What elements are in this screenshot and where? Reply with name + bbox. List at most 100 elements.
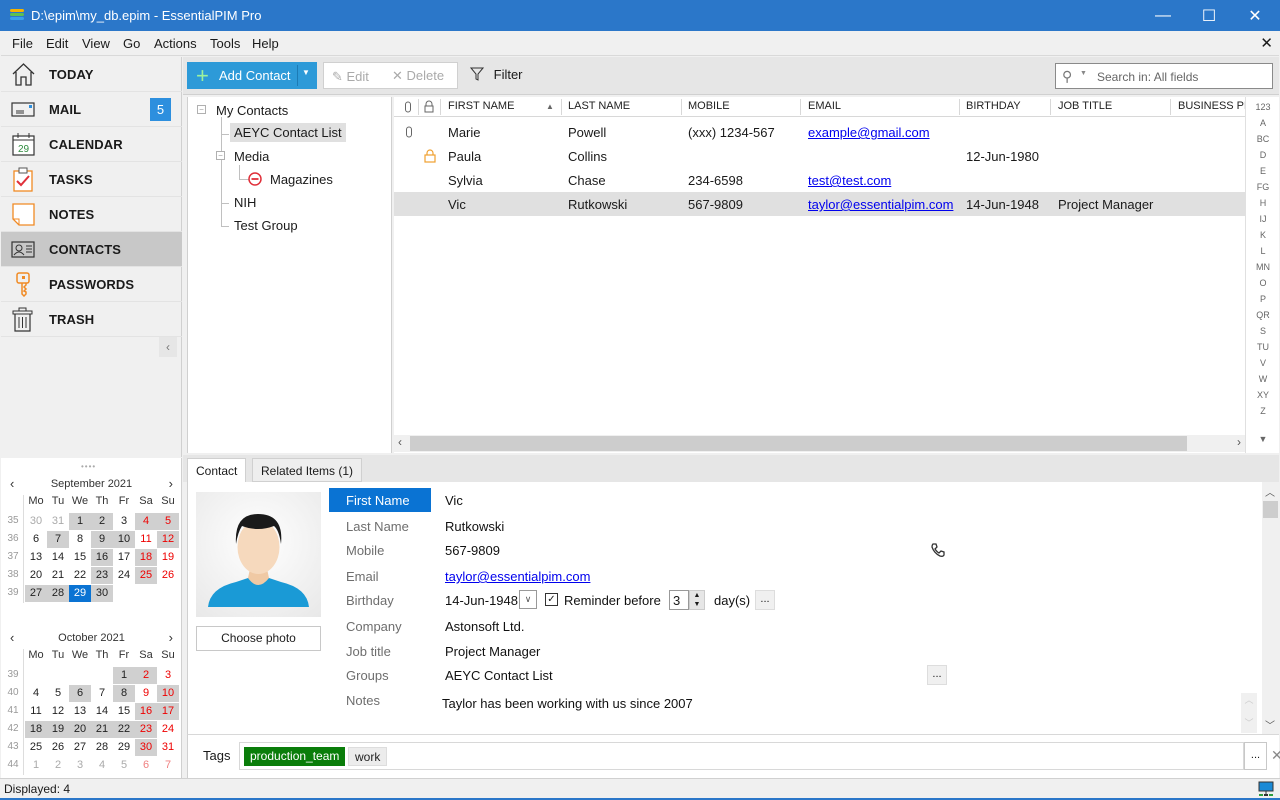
tags-input[interactable]: production_team work (239, 742, 1244, 770)
calendar-day[interactable]: 5 (47, 685, 69, 702)
calendar-day[interactable]: 9 (135, 685, 157, 702)
calendar-day[interactable]: 14 (47, 549, 69, 566)
cell-email[interactable]: example@gmail.com (808, 125, 930, 140)
add-contact-dropdown[interactable]: ▼ (302, 68, 310, 77)
scroll-right-icon[interactable]: › (1237, 435, 1241, 449)
calendar-day[interactable]: 16 (135, 703, 157, 720)
search-input[interactable]: ⚲ ▼ Search in: All fields (1055, 63, 1273, 89)
alpha-index-item[interactable]: FG (1246, 182, 1280, 192)
alpha-index-item[interactable]: IJ (1246, 214, 1280, 224)
calendar-day[interactable]: 2 (135, 667, 157, 684)
menu-help[interactable]: Help (252, 36, 279, 51)
calendar-day[interactable]: 25 (25, 739, 47, 756)
calendar-day[interactable]: 10 (157, 685, 179, 702)
alpha-index-item[interactable]: QR (1246, 310, 1280, 320)
calendar-day[interactable]: 15 (69, 549, 91, 566)
calendar-day[interactable]: 11 (25, 703, 47, 720)
next-month-icon[interactable]: › (169, 630, 173, 645)
column-birthday[interactable]: BIRTHDAY (966, 100, 1021, 112)
notes-field[interactable]: Taylor has been working with us since 20… (442, 696, 693, 711)
reminder-days-input[interactable]: 3 (669, 590, 689, 610)
clear-tags-icon[interactable]: ✕ (1271, 747, 1280, 764)
calendar-day[interactable]: 1 (69, 513, 91, 530)
close-database-icon[interactable]: ✕ (1260, 34, 1273, 52)
alpha-index-item[interactable]: XY (1246, 390, 1280, 400)
alpha-index-item[interactable]: 123 (1246, 102, 1280, 112)
collapse-pane-button[interactable]: ‹ (159, 337, 177, 357)
scroll-thumb[interactable] (410, 436, 1187, 451)
company-field[interactable]: Astonsoft Ltd. (445, 619, 525, 634)
alpha-index-item[interactable]: W (1246, 374, 1280, 384)
nav-mail[interactable]: MAIL 5 (1, 92, 182, 127)
calendar-day[interactable]: 28 (47, 585, 69, 602)
maximize-button[interactable]: ☐ (1186, 0, 1232, 31)
groups-field[interactable]: AEYC Contact List (445, 668, 553, 683)
column-job-title[interactable]: JOB TITLE (1058, 100, 1112, 112)
calendar-day[interactable]: 22 (113, 721, 135, 738)
tab-related-items[interactable]: Related Items (1) (252, 458, 363, 482)
alpha-index-item[interactable]: E (1246, 166, 1280, 176)
birthday-picker-button[interactable]: ∨ (519, 590, 537, 609)
calendar-day[interactable]: 18 (135, 549, 157, 566)
cell-email[interactable]: test@test.com (808, 173, 891, 188)
column-mobile[interactable]: MOBILE (688, 100, 730, 112)
calendar-day[interactable]: 12 (47, 703, 69, 720)
calendar-day[interactable]: 5 (113, 757, 135, 774)
phone-call-icon[interactable] (930, 542, 946, 558)
alpha-index-item[interactable]: MN (1246, 262, 1280, 272)
table-row[interactable]: Marie Powell (xxx) 1234-567 example@gmail.c… (394, 120, 1245, 144)
calendar-day[interactable]: 31 (47, 513, 69, 530)
tree-item-magazines[interactable]: Magazines (270, 172, 333, 187)
calendar-day[interactable]: 6 (135, 757, 157, 774)
filter-button[interactable]: Filter (469, 67, 523, 82)
calendar-day[interactable]: 17 (157, 703, 179, 720)
calendar-day[interactable]: 18 (25, 721, 47, 738)
calendar-day[interactable]: 1 (113, 667, 135, 684)
alpha-index-item[interactable]: V (1246, 358, 1280, 368)
delete-button[interactable]: ✕ Delete (392, 68, 444, 84)
calendar-day[interactable]: 29 (69, 585, 91, 602)
calendar-day[interactable]: 9 (91, 531, 113, 548)
column-email[interactable]: EMAIL (808, 100, 841, 112)
calendar-day[interactable]: 16 (91, 549, 113, 566)
menu-file[interactable]: File (12, 36, 33, 51)
nav-notes[interactable]: NOTES (1, 197, 182, 232)
alpha-scroll-down-icon[interactable]: ▼ (1246, 434, 1280, 444)
calendar-day[interactable]: 3 (69, 757, 91, 774)
table-row[interactable]: Sylvia Chase 234-6598 test@test.com (394, 168, 1245, 192)
tree-item-nih[interactable]: NIH (234, 195, 256, 210)
month-title[interactable]: October 2021 (1, 632, 182, 644)
job-title-field[interactable]: Project Manager (445, 644, 540, 659)
calendar-day[interactable]: 17 (113, 549, 135, 566)
calendar-day[interactable]: 25 (135, 567, 157, 584)
alpha-index-item[interactable]: S (1246, 326, 1280, 336)
first-name-field[interactable]: Vic (445, 493, 463, 508)
calendar-day[interactable]: 30 (135, 739, 157, 756)
alpha-index-item[interactable]: A (1246, 118, 1280, 128)
calendar-day[interactable]: 13 (25, 549, 47, 566)
mobile-field[interactable]: 567-9809 (445, 543, 500, 558)
column-first-name[interactable]: FIRST NAME (448, 100, 514, 112)
calendar-day[interactable]: 28 (91, 739, 113, 756)
tags-edit-button[interactable]: ... (1244, 742, 1267, 770)
calendar-day[interactable]: 27 (25, 585, 47, 602)
calendar-day[interactable]: 26 (47, 739, 69, 756)
search-options-dropdown[interactable]: ▼ (1080, 70, 1087, 77)
calendar-day[interactable]: 14 (91, 703, 113, 720)
calendar-day[interactable]: 19 (47, 721, 69, 738)
network-status-icon[interactable] (1258, 781, 1274, 797)
menu-actions[interactable]: Actions (154, 36, 197, 51)
column-business-phone[interactable]: BUSINESS PH (1178, 100, 1245, 112)
last-name-field[interactable]: Rutkowski (445, 519, 504, 534)
collapse-toggle[interactable]: − (216, 151, 225, 160)
collapse-toggle[interactable]: − (197, 105, 206, 114)
calendar-day[interactable]: 23 (91, 567, 113, 584)
calendar-day[interactable]: 12 (157, 531, 179, 548)
minimize-button[interactable]: — (1140, 0, 1186, 31)
nav-passwords[interactable]: PASSWORDS (1, 267, 182, 302)
alpha-index-item[interactable]: BC (1246, 134, 1280, 144)
calendar-day[interactable]: 8 (69, 531, 91, 548)
reminder-options-button[interactable]: ... (755, 590, 775, 610)
calendar-day[interactable]: 29 (113, 739, 135, 756)
nav-tasks[interactable]: TASKS (1, 162, 182, 197)
